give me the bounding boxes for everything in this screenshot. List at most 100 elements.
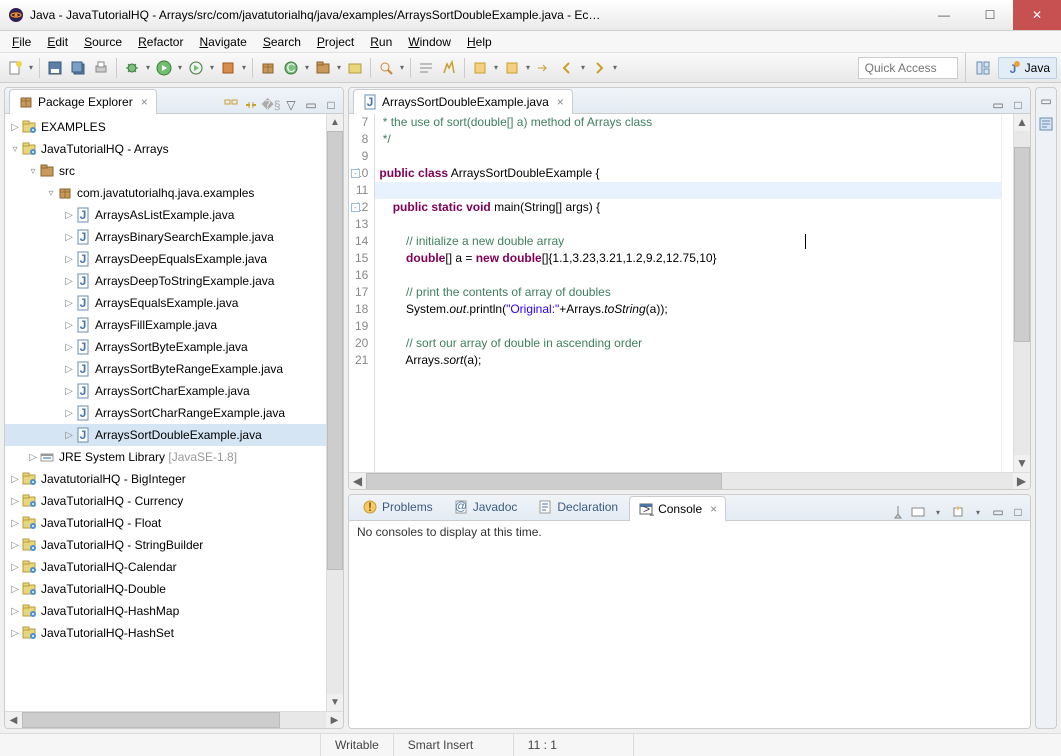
tree-item[interactable]: ▷ArraysSortDoubleExample.java (5, 424, 326, 446)
twisty-icon[interactable]: ▷ (9, 584, 21, 595)
new-button[interactable] (4, 57, 26, 79)
menu-edit[interactable]: Edit (39, 33, 76, 51)
package-tree[interactable]: ▷EXAMPLES▿JavaTutorialHQ - Arrays▿src▿co… (5, 114, 326, 711)
twisty-icon[interactable]: ▷ (27, 452, 39, 463)
tree-item[interactable]: ▷JavatutorialHQ - BigInteger (5, 468, 326, 490)
focus-task-button[interactable]: �§ (263, 97, 279, 113)
tree-item[interactable]: ▷JavaTutorialHQ - Float (5, 512, 326, 534)
tab-javadoc[interactable]: Javadoc (444, 494, 527, 520)
menu-source[interactable]: Source (76, 33, 130, 51)
tree-item[interactable]: ▷JavaTutorialHQ-HashSet (5, 622, 326, 644)
editor-code-area[interactable]: * the use of sort(double[] a) method of … (375, 114, 1001, 472)
maximize-console-button[interactable]: □ (1010, 504, 1026, 520)
overview-ruler[interactable] (1001, 114, 1013, 472)
menu-navigate[interactable]: Navigate (191, 33, 254, 51)
restore-button[interactable]: ▭ (1040, 94, 1051, 108)
tree-item[interactable]: ▷ArraysDeepToStringExample.java (5, 270, 326, 292)
editor-hscrollbar[interactable]: ◀▶ (349, 472, 1030, 489)
menu-help[interactable]: Help (459, 33, 500, 51)
editor-tab[interactable]: ArraysSortDoubleExample.java × (353, 89, 573, 114)
view-menu-button[interactable]: ▽ (283, 97, 299, 113)
tree-item[interactable]: ▿com.javatutorialhq.java.examples (5, 182, 326, 204)
tree-item[interactable]: ▷ArraysSortByteExample.java (5, 336, 326, 358)
new-console-button[interactable] (950, 504, 966, 520)
back-dropdown[interactable]: ▾ (579, 57, 587, 79)
open-perspective-button[interactable] (972, 57, 994, 79)
tab-problems[interactable]: Problems (353, 494, 442, 520)
quick-access-input[interactable] (858, 57, 958, 79)
outline-icon[interactable] (1038, 116, 1054, 132)
close-button[interactable]: ✕ (1013, 0, 1061, 30)
save-all-button[interactable] (67, 57, 89, 79)
tree-item[interactable]: ▷JavaTutorialHQ-Double (5, 578, 326, 600)
new-folder-button[interactable] (312, 57, 334, 79)
twisty-icon[interactable]: ▷ (63, 364, 75, 375)
new-class-button[interactable]: C (280, 57, 302, 79)
menu-file[interactable]: File (4, 33, 39, 51)
external-tools-button[interactable] (217, 57, 239, 79)
link-editor-button[interactable] (243, 97, 259, 113)
tree-item[interactable]: ▷JavaTutorialHQ - StringBuilder (5, 534, 326, 556)
tree-item[interactable]: ▷JavaTutorialHQ-Calendar (5, 556, 326, 578)
close-icon[interactable]: × (141, 95, 148, 109)
pin-console-button[interactable] (890, 504, 906, 520)
new-class-dropdown[interactable]: ▾ (303, 57, 311, 79)
twisty-icon[interactable]: ▷ (9, 496, 21, 507)
twisty-icon[interactable]: ▿ (9, 144, 21, 155)
run-last-button[interactable] (185, 57, 207, 79)
forward-button[interactable] (588, 57, 610, 79)
new-dropdown[interactable]: ▾ (27, 57, 35, 79)
menu-refactor[interactable]: Refactor (130, 33, 191, 51)
minimize-editor-button[interactable]: ▭ (990, 97, 1006, 113)
debug-button[interactable] (121, 57, 143, 79)
tree-item[interactable]: ▷JavaTutorialHQ - Currency (5, 490, 326, 512)
editor-gutter[interactable]: 789101112131415161718192021-- (349, 114, 375, 472)
twisty-icon[interactable]: ▷ (9, 628, 21, 639)
minimize-view-button[interactable]: ▭ (303, 97, 319, 113)
maximize-button[interactable]: ☐ (967, 0, 1013, 30)
minimize-console-button[interactable]: ▭ (990, 504, 1006, 520)
debug-dropdown[interactable]: ▾ (144, 57, 152, 79)
tree-item[interactable]: ▷JavaTutorialHQ-HashMap (5, 600, 326, 622)
twisty-icon[interactable]: ▷ (63, 232, 75, 243)
run-dropdown[interactable]: ▾ (176, 57, 184, 79)
menu-project[interactable]: Project (309, 33, 362, 51)
close-icon[interactable]: × (710, 502, 717, 516)
maximize-view-button[interactable]: □ (323, 97, 339, 113)
toggle-mark-button[interactable] (438, 57, 460, 79)
search-dropdown[interactable]: ▾ (398, 57, 406, 79)
tree-item[interactable]: ▷ArraysSortCharRangeExample.java (5, 402, 326, 424)
tree-item[interactable]: ▷ArraysBinarySearchExample.java (5, 226, 326, 248)
forward-dropdown[interactable]: ▾ (611, 57, 619, 79)
tree-item[interactable]: ▷EXAMPLES (5, 116, 326, 138)
next-annotation-dropdown[interactable]: ▾ (492, 57, 500, 79)
tree-item[interactable]: ▷ArraysSortCharExample.java (5, 380, 326, 402)
menu-run[interactable]: Run (362, 33, 400, 51)
open-type-button[interactable] (344, 57, 366, 79)
tree-item[interactable]: ▷ArraysEqualsExample.java (5, 292, 326, 314)
twisty-icon[interactable]: ▷ (63, 276, 75, 287)
minimize-button[interactable]: — (921, 0, 967, 30)
twisty-icon[interactable]: ▷ (9, 562, 21, 573)
twisty-icon[interactable]: ▿ (27, 166, 39, 177)
menu-window[interactable]: Window (400, 33, 459, 51)
tree-item[interactable]: ▷ArraysSortByteRangeExample.java (5, 358, 326, 380)
twisty-icon[interactable]: ▷ (63, 254, 75, 265)
tab-declaration[interactable]: Declaration (528, 494, 627, 520)
twisty-icon[interactable]: ▷ (63, 342, 75, 353)
twisty-icon[interactable]: ▷ (63, 430, 75, 441)
new-console-dropdown[interactable]: ▾ (970, 504, 986, 520)
last-edit-button[interactable] (533, 57, 555, 79)
new-folder-dropdown[interactable]: ▾ (335, 57, 343, 79)
next-annotation-button[interactable] (469, 57, 491, 79)
twisty-icon[interactable]: ▷ (9, 122, 21, 133)
twisty-icon[interactable]: ▷ (9, 474, 21, 485)
prev-annotation-dropdown[interactable]: ▾ (524, 57, 532, 79)
package-explorer-tab[interactable]: Package Explorer × (9, 89, 157, 114)
tree-item[interactable]: ▷ArraysAsListExample.java (5, 204, 326, 226)
tab-console[interactable]: Console× (629, 496, 726, 521)
tree-hscrollbar[interactable]: ◀▶ (5, 711, 343, 728)
tree-item[interactable]: ▷ArraysFillExample.java (5, 314, 326, 336)
menu-search[interactable]: Search (255, 33, 309, 51)
twisty-icon[interactable]: ▷ (9, 540, 21, 551)
